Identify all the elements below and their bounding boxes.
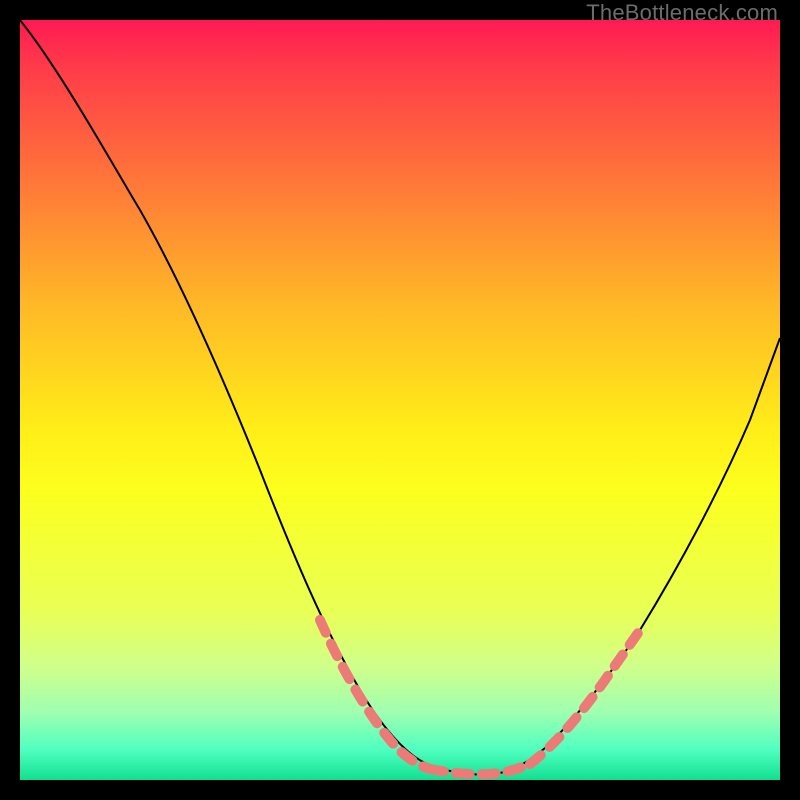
- chart-frame: TheBottleneck.com: [0, 0, 800, 800]
- highlight-right-transition: [530, 630, 640, 764]
- highlight-left-transition: [320, 620, 430, 769]
- plot-area: [20, 20, 780, 780]
- curve-layer: [20, 20, 780, 780]
- bottleneck-curve: [20, 20, 780, 775]
- watermark-text: TheBottleneck.com: [586, 0, 778, 26]
- highlight-bottom-flat: [430, 764, 530, 774]
